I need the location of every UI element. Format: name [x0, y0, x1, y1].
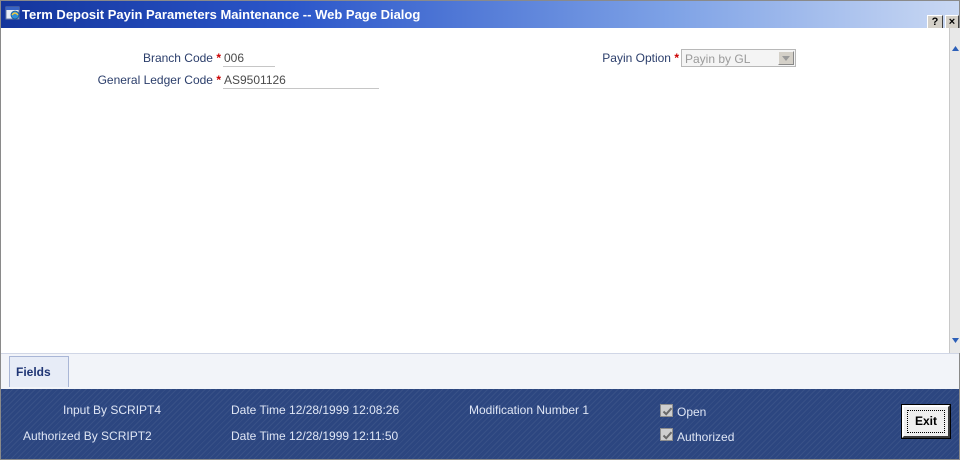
vertical-scrollbar[interactable]: [949, 28, 960, 353]
authorized-label: Authorized: [677, 430, 735, 444]
exit-button[interactable]: Exit: [901, 404, 951, 439]
payin-option-label-text: Payin Option: [602, 51, 671, 65]
check-icon: [662, 407, 673, 416]
tab-fields[interactable]: Fields: [9, 356, 69, 387]
required-mark: *: [216, 73, 221, 87]
payin-option-select[interactable]: Payin by GL: [681, 49, 796, 67]
gl-code-label-text: General Ledger Code: [97, 73, 213, 87]
window-title: Term Deposit Payin Parameters Maintenanc…: [22, 7, 421, 22]
branch-code-label-text: Branch Code: [142, 51, 213, 65]
branch-code-label: Branch Code *: [111, 51, 221, 65]
payin-option-label: Payin Option *: [561, 51, 679, 65]
check-icon: [662, 431, 673, 440]
ie-page-icon: [5, 5, 21, 21]
title-bar[interactable]: Term Deposit Payin Parameters Maintenanc…: [1, 1, 959, 29]
help-button[interactable]: ?: [927, 15, 943, 29]
scroll-down-arrow-icon[interactable]: [951, 334, 960, 343]
gl-code-input[interactable]: [223, 71, 379, 89]
chevron-down-icon: [782, 56, 790, 61]
payin-option-value: Payin by GL: [685, 52, 751, 66]
close-button[interactable]: ×: [945, 15, 959, 29]
open-checkbox: [660, 404, 673, 417]
branch-code-input[interactable]: [223, 49, 275, 67]
authorized-checkbox: [660, 428, 673, 441]
dropdown-button[interactable]: [778, 51, 794, 65]
gl-code-label: General Ledger Code *: [41, 73, 221, 87]
input-by-text: Input By SCRIPT4: [63, 403, 162, 417]
open-label: Open: [677, 405, 707, 419]
auth-datetime-text: Date Time 12/28/1999 12:11:50: [231, 429, 399, 443]
tab-bar: [1, 353, 959, 389]
dialog-window: Term Deposit Payin Parameters Maintenanc…: [0, 0, 960, 460]
modification-number-text: Modification Number 1: [469, 403, 590, 417]
scroll-up-arrow-icon[interactable]: [951, 42, 960, 51]
authorized-by-text: Authorized By SCRIPT2: [23, 429, 152, 443]
audit-footer: [1, 389, 959, 459]
focus-ring: [907, 410, 945, 433]
required-mark: *: [216, 51, 221, 65]
input-datetime-text: Date Time 12/28/1999 12:08:26: [231, 403, 400, 417]
required-mark: *: [674, 51, 679, 65]
